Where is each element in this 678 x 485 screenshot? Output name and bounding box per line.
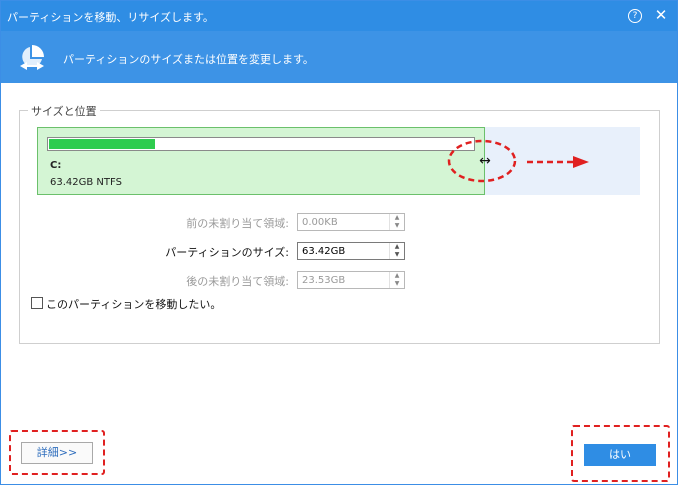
spin-up-icon[interactable]: ▲ xyxy=(390,243,404,251)
title-bar: パーティションを移動、リサイズします。 ? ✕ xyxy=(1,1,677,31)
spin-up-icon[interactable]: ▲ xyxy=(390,214,404,222)
partition-block[interactable]: C: 63.42GB NTFS xyxy=(37,127,485,195)
before-unallocated-stepper[interactable]: ▲ ▼ xyxy=(297,213,405,231)
window-title: パーティションを移動、リサイズします。 xyxy=(7,11,214,24)
spin-down-icon[interactable]: ▼ xyxy=(390,222,404,230)
partition-info: 63.42GB NTFS xyxy=(50,177,122,188)
move-partition-checkbox[interactable] xyxy=(31,297,43,309)
before-unallocated-label: 前の未割り当て領域: xyxy=(186,217,289,230)
before-unallocated-input[interactable] xyxy=(298,214,388,230)
usage-bar-fill xyxy=(49,139,155,149)
yes-highlight-box xyxy=(571,425,670,482)
highlight-ring xyxy=(447,139,517,183)
spin-down-icon[interactable]: ▼ xyxy=(390,280,404,288)
resize-dialog: パーティションを移動、リサイズします。 ? ✕ パーティションのサイズまたは位置… xyxy=(0,0,678,485)
usage-bar xyxy=(47,137,475,151)
spin-up-icon[interactable]: ▲ xyxy=(390,272,404,280)
header-banner: パーティションのサイズまたは位置を変更します。 xyxy=(1,31,677,83)
close-button[interactable]: ✕ xyxy=(651,5,671,25)
help-icon: ? xyxy=(628,9,642,23)
partition-letter: C: xyxy=(50,160,62,171)
details-highlight-box xyxy=(9,430,105,475)
help-button[interactable]: ? xyxy=(625,5,645,25)
banner-text: パーティションのサイズまたは位置を変更します。 xyxy=(63,53,314,66)
drag-direction-arrow-icon xyxy=(527,156,589,168)
group-title: サイズと位置 xyxy=(28,103,100,119)
after-unallocated-label: 後の未割り当て領域: xyxy=(186,275,289,288)
spin-down-icon[interactable]: ▼ xyxy=(390,251,404,259)
partition-resize-icon xyxy=(20,45,44,70)
move-partition-checkbox-row[interactable]: このパーティションを移動したい。 xyxy=(31,296,221,312)
move-partition-label: このパーティションを移動したい。 xyxy=(46,298,222,311)
partition-size-label: パーティションのサイズ: xyxy=(165,246,289,259)
partition-size-input[interactable] xyxy=(298,243,388,259)
after-unallocated-input[interactable] xyxy=(298,272,388,288)
after-unallocated-stepper[interactable]: ▲ ▼ xyxy=(297,271,405,289)
partition-size-stepper[interactable]: ▲ ▼ xyxy=(297,242,405,260)
close-icon: ✕ xyxy=(654,6,668,24)
